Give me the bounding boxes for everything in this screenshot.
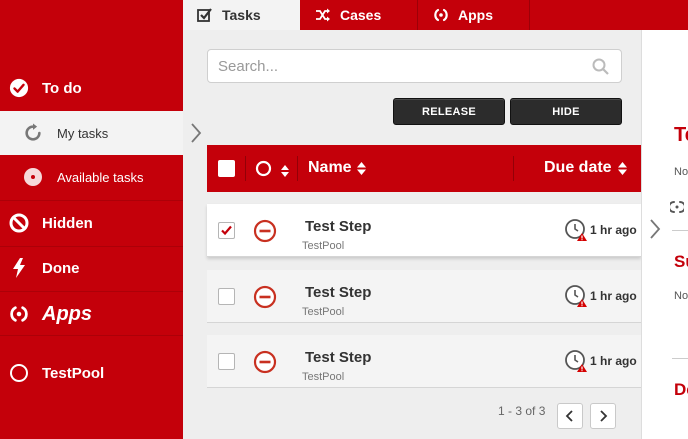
divider	[513, 156, 514, 181]
sidebar-item-done[interactable]: Done	[0, 251, 183, 285]
due-text: 1 hr ago	[590, 223, 637, 237]
tab-bar: Tasks Cases Apps	[183, 0, 688, 30]
sidebar-item-apps[interactable]: Apps	[0, 296, 183, 332]
clock-warning-icon	[564, 349, 588, 373]
column-due-label: Due date	[544, 159, 612, 176]
tab-label: Cases	[340, 7, 382, 23]
check-circle-icon	[9, 78, 29, 98]
sidebar-item-hidden[interactable]: Hidden	[0, 206, 183, 240]
chevron-left-icon	[565, 410, 573, 422]
row-checkbox[interactable]	[218, 288, 235, 305]
sidebar-item-todo[interactable]: To do	[0, 72, 183, 104]
sidebar-item-label: My tasks	[57, 125, 109, 141]
apps-icon	[433, 7, 449, 23]
apps-icon	[668, 200, 686, 219]
priority-sort[interactable]	[255, 160, 289, 182]
clock-warning-icon	[564, 284, 588, 308]
task-name[interactable]: Test Step	[305, 218, 371, 235]
clock-warning-icon	[564, 218, 588, 242]
column-name-label: Name	[308, 159, 352, 176]
detail-subtitle: No	[674, 166, 688, 178]
refresh-icon	[23, 123, 43, 143]
task-list-panel: RELEASE HIDE Name Due date	[183, 30, 641, 439]
sort-icon	[617, 161, 627, 175]
task-pool: TestPool	[302, 371, 345, 383]
description-heading: De	[674, 380, 688, 399]
task-name[interactable]: Test Step	[305, 349, 371, 366]
next-page-button[interactable]	[590, 403, 616, 429]
shuffle-icon	[315, 8, 331, 22]
sidebar-item-label: To do	[42, 79, 82, 97]
checkbox-icon	[197, 7, 213, 23]
circle-icon	[9, 363, 29, 383]
table-row[interactable]: Test Step TestPool 1 hr ago	[207, 204, 641, 257]
row-checkbox[interactable]	[218, 353, 235, 370]
divider	[0, 291, 183, 292]
chevron-right-icon[interactable]	[649, 219, 661, 244]
due-text: 1 hr ago	[590, 289, 637, 303]
tab-tasks[interactable]: Tasks	[183, 0, 300, 30]
divider	[672, 230, 688, 231]
target-icon	[23, 167, 43, 187]
divider	[0, 200, 183, 201]
sidebar: To do My tasks Available tasks Hidden Do…	[0, 0, 183, 439]
due-text: 1 hr ago	[590, 354, 637, 368]
column-header-name[interactable]: Name	[308, 159, 366, 177]
select-all-checkbox[interactable]	[218, 160, 235, 177]
tab-cases[interactable]: Cases	[300, 0, 417, 30]
summary-heading: Su	[674, 252, 688, 271]
due-date: 1 hr ago	[564, 349, 637, 373]
sidebar-item-label: Available tasks	[57, 169, 144, 185]
apps-icon	[9, 304, 29, 324]
sidebar-item-label: Hidden	[42, 214, 93, 232]
pagination-summary: 1 - 3 of 3	[498, 404, 546, 418]
divider	[297, 156, 298, 181]
previous-page-button[interactable]	[557, 403, 583, 429]
priority-icon	[253, 219, 277, 248]
table-header: Name Due date	[207, 145, 641, 192]
task-pool: TestPool	[302, 240, 345, 252]
due-date: 1 hr ago	[564, 284, 637, 308]
divider	[672, 358, 688, 359]
tab-label: Tasks	[222, 7, 261, 23]
search-icon[interactable]	[592, 58, 609, 80]
sidebar-item-testpool[interactable]: TestPool	[0, 356, 183, 390]
divider	[245, 156, 246, 181]
hide-button[interactable]: HIDE	[510, 98, 622, 125]
sidebar-item-label: Done	[42, 259, 80, 277]
column-header-due-date[interactable]: Due date	[544, 159, 627, 177]
chevron-right-icon	[190, 123, 202, 148]
detail-title: Te	[674, 124, 688, 146]
table-row[interactable]: Test Step TestPool 1 hr ago	[207, 335, 641, 388]
task-name[interactable]: Test Step	[305, 284, 371, 301]
search-input[interactable]	[208, 50, 568, 82]
sidebar-item-my-tasks[interactable]: My tasks	[0, 111, 183, 155]
priority-icon	[253, 350, 277, 379]
divider	[529, 0, 530, 30]
search-box	[207, 49, 622, 83]
release-button[interactable]: RELEASE	[393, 98, 505, 125]
table-row[interactable]: Test Step TestPool 1 hr ago	[207, 270, 641, 323]
chevron-right-icon	[600, 410, 608, 422]
tab-label: Apps	[458, 7, 493, 23]
blocked-icon	[9, 213, 29, 233]
sort-icon	[281, 165, 289, 177]
tab-apps[interactable]: Apps	[418, 0, 529, 30]
sort-icon	[356, 161, 366, 175]
due-date: 1 hr ago	[564, 218, 637, 242]
row-checkbox[interactable]	[218, 222, 235, 239]
task-pool: TestPool	[302, 306, 345, 318]
divider	[0, 335, 183, 336]
sidebar-item-label: TestPool	[42, 364, 105, 382]
priority-circle-icon	[255, 160, 272, 182]
priority-icon	[253, 285, 277, 314]
sidebar-item-available-tasks[interactable]: Available tasks	[0, 160, 183, 194]
summary-value: No	[674, 290, 688, 302]
lightning-icon	[9, 258, 29, 278]
divider	[0, 246, 183, 247]
sidebar-item-label: Apps	[42, 302, 92, 325]
